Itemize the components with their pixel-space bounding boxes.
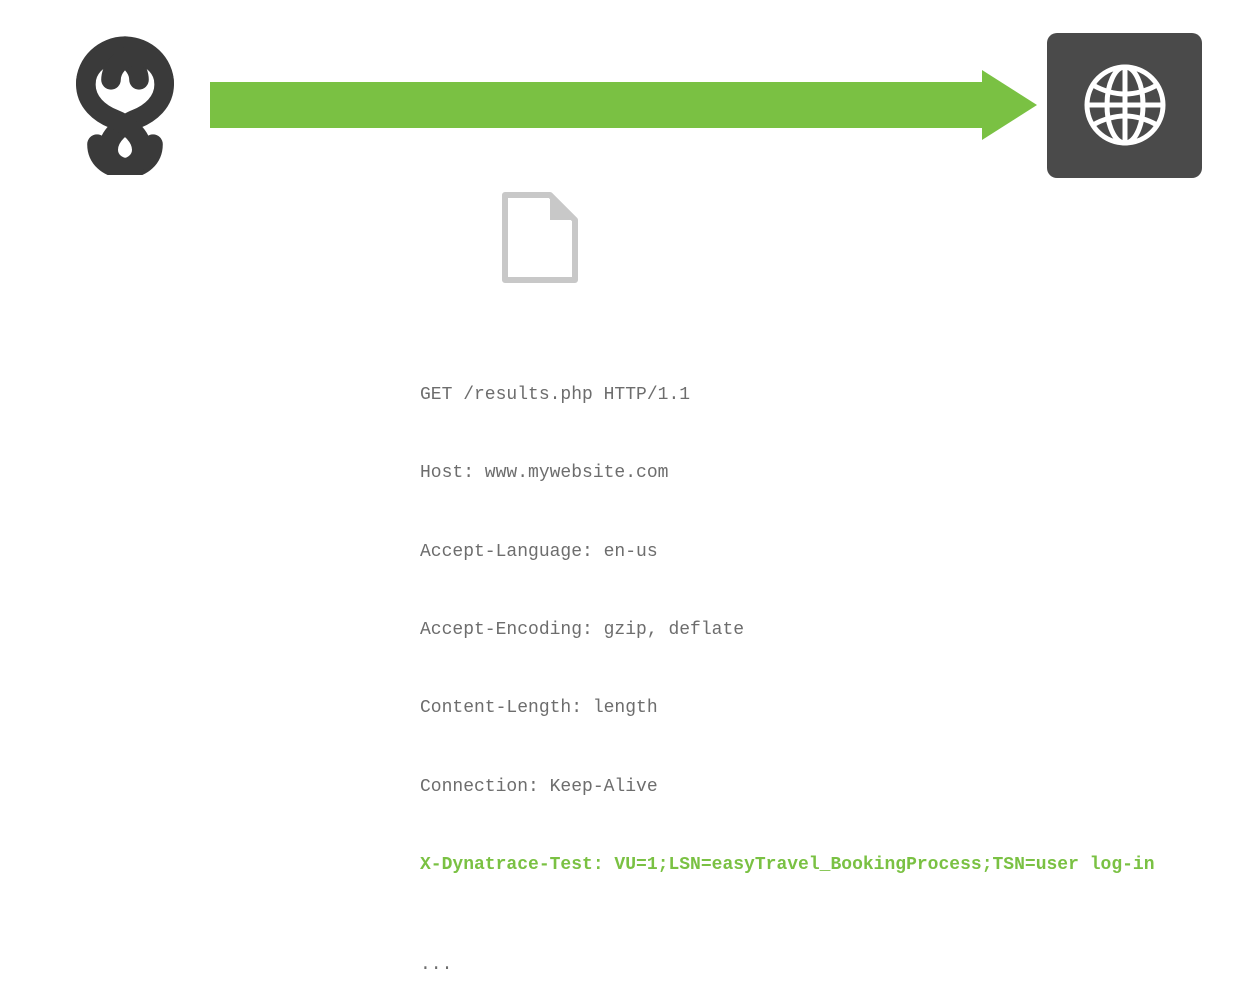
http-header-content-length: Content-Length: length bbox=[420, 695, 1155, 721]
ellipsis: ... bbox=[420, 952, 1155, 978]
http-header-dynatrace: X-Dynatrace-Test: VU=1;LSN=easyTravel_Bo… bbox=[420, 852, 1155, 878]
globe-icon bbox=[1075, 55, 1175, 155]
http-headers-block: GET /results.php HTTP/1.1 Host: www.mywe… bbox=[420, 330, 1155, 1004]
document-icon bbox=[500, 190, 580, 285]
http-header-accept-language: Accept-Language: en-us bbox=[420, 539, 1155, 565]
server-box bbox=[1047, 33, 1202, 178]
http-header-accept-encoding: Accept-Encoding: gzip, deflate bbox=[420, 617, 1155, 643]
diagram-row bbox=[50, 30, 1202, 180]
http-request-line: GET /results.php HTTP/1.1 bbox=[420, 382, 1155, 408]
http-header-host: Host: www.mywebsite.com bbox=[420, 460, 1155, 486]
request-arrow bbox=[210, 70, 1037, 140]
http-header-connection: Connection: Keep-Alive bbox=[420, 774, 1155, 800]
trefoil-knot-icon bbox=[50, 35, 200, 175]
